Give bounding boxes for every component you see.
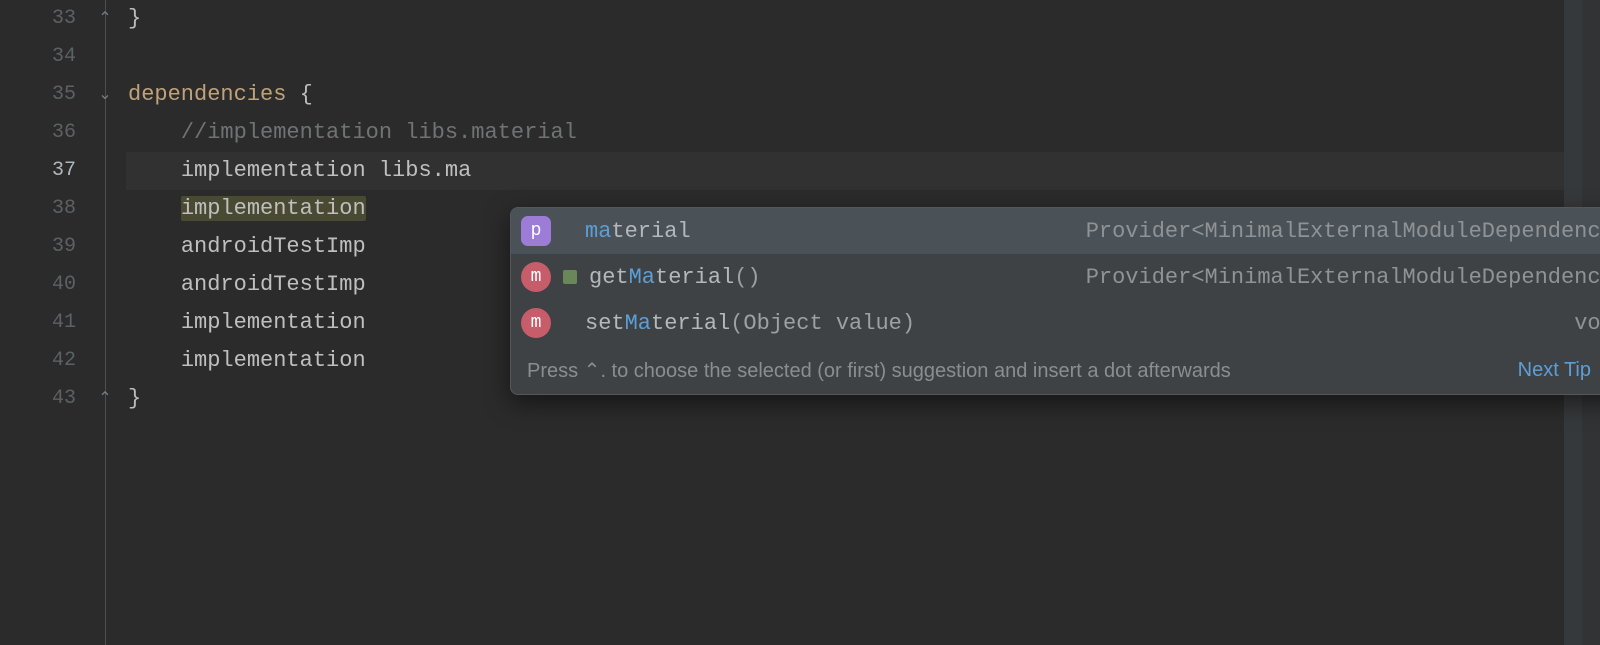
line-number: 42 — [0, 342, 102, 380]
line-number: 41 — [0, 304, 102, 342]
code-line: //implementation libs.material — [126, 114, 1564, 152]
line-number: 33 — [0, 0, 102, 38]
match-text: Ma — [629, 265, 655, 290]
match-text: ma — [585, 219, 611, 244]
line-number: 34 — [0, 38, 102, 76]
completion-prefix: get — [589, 265, 629, 290]
completion-type: void — [1574, 311, 1600, 336]
autocomplete-item[interactable]: m setMaterial(Object value) void — [511, 300, 1600, 346]
code-line-active: implementation libs.ma — [126, 152, 1564, 190]
line-number: 39 — [0, 228, 102, 266]
line-number: 40 — [0, 266, 102, 304]
footer-hint: Press ⌃. to choose the selected (or firs… — [527, 358, 1502, 383]
autocomplete-popup: p material Provider<MinimalExternalModul… — [510, 207, 1600, 395]
line-number-gutter: 33 34 35 36 37 38 39 40 41 42 43 — [0, 0, 102, 645]
autocomplete-item[interactable]: m getMaterial() Provider<MinimalExternal… — [511, 254, 1600, 300]
read-write-icon — [561, 268, 579, 286]
line-number: 36 — [0, 114, 102, 152]
code-line — [126, 38, 1564, 76]
autocomplete-footer: Press ⌃. to choose the selected (or firs… — [511, 346, 1600, 394]
next-tip-link[interactable]: Next Tip — [1518, 359, 1591, 382]
completion-type: Provider<MinimalExternalModuleDependency… — [1086, 265, 1600, 290]
fold-close-icon[interactable]: ⌃ — [96, 10, 114, 28]
completion-text: terial — [611, 219, 690, 244]
code-area[interactable]: } dependencies { //implementation libs.m… — [126, 0, 1564, 645]
completion-signature: () — [734, 265, 760, 290]
autocomplete-item[interactable]: p material Provider<MinimalExternalModul… — [511, 208, 1600, 254]
fold-open-icon[interactable]: ⌄ — [96, 86, 114, 104]
code-line: dependencies { — [126, 76, 1564, 114]
line-number: 35 — [0, 76, 102, 114]
completion-type: Provider<MinimalExternalModuleDependency… — [1086, 219, 1600, 244]
line-number: 38 — [0, 190, 102, 228]
completion-text: terial — [651, 311, 730, 336]
completion-prefix: set — [585, 311, 625, 336]
property-icon: p — [521, 216, 551, 246]
fold-close-icon[interactable]: ⌃ — [96, 390, 114, 408]
code-line: } — [126, 0, 1564, 38]
completion-text: terial — [655, 265, 734, 290]
line-number: 43 — [0, 380, 102, 418]
method-icon: m — [521, 308, 551, 338]
fold-column: ⌃ ⌄ ⌃ — [102, 0, 126, 645]
method-icon: m — [521, 262, 551, 292]
line-number: 37 — [0, 152, 102, 190]
code-editor[interactable]: 33 34 35 36 37 38 39 40 41 42 43 ⌃ ⌄ ⌃ }… — [0, 0, 1600, 645]
match-text: Ma — [625, 311, 651, 336]
completion-signature: (Object value) — [730, 311, 915, 336]
